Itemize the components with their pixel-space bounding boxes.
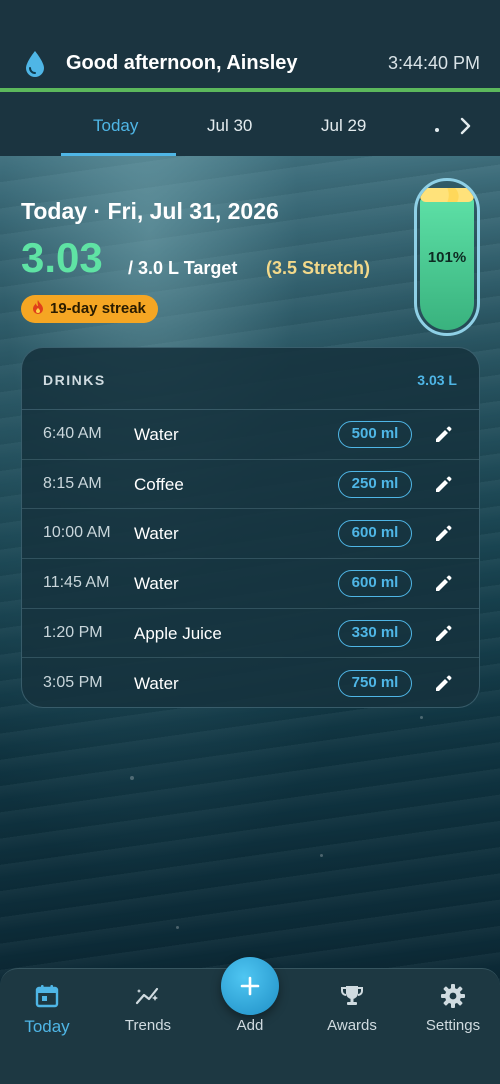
- drink-time: 10:00 AM: [43, 524, 111, 542]
- calendar-icon: [35, 985, 59, 1008]
- active-tab-underline: [61, 153, 176, 156]
- nav-trends-label: Trends: [124, 1017, 172, 1034]
- edit-pencil-icon[interactable]: [432, 673, 454, 695]
- trophy-icon: [341, 986, 363, 1005]
- progress-glass-gauge: 101%: [414, 178, 480, 336]
- greeting-text: Good afternoon, Ainsley: [66, 52, 298, 74]
- drink-volume-badge: 250 ml: [338, 470, 412, 498]
- drink-time: 11:45 AM: [43, 574, 110, 592]
- edit-pencil-icon[interactable]: [432, 523, 454, 545]
- progress-percent: 101%: [427, 249, 467, 266]
- stretch-goal: (3.5 Stretch): [266, 258, 371, 278]
- nav-awards[interactable]: Awards: [307, 983, 397, 1034]
- drink-row[interactable]: 11:45 AM Water 600 ml: [22, 559, 479, 609]
- drink-volume-badge: 600 ml: [338, 570, 412, 598]
- drinks-card-header: DRINKS 3.03 L: [22, 348, 479, 410]
- drink-volume-badge: 330 ml: [338, 619, 412, 647]
- trending-chart-icon: [135, 987, 159, 1005]
- date-title: Today · Fri, Jul 31, 2026: [21, 198, 279, 224]
- streak-badge: 19-day streak: [21, 295, 158, 323]
- drink-row[interactable]: 3:05 PM Water 750 ml: [22, 659, 479, 708]
- date-tabs: Today Jul 30 Jul 29: [0, 92, 500, 156]
- tab-jul-30[interactable]: Jul 30: [207, 116, 252, 136]
- drink-name: Water: [134, 673, 179, 693]
- add-drink-button[interactable]: [221, 957, 279, 1015]
- drink-row[interactable]: 8:15 AM Coffee 250 ml: [22, 460, 479, 510]
- drink-name: Water: [134, 425, 179, 444]
- drink-time: 8:15 AM: [43, 474, 102, 492]
- drinks-total: 3.03 L: [417, 372, 457, 388]
- edit-pencil-icon[interactable]: [432, 623, 454, 645]
- drink-name: Apple Juice: [134, 623, 222, 643]
- drink-time: 3:05 PM: [43, 673, 103, 691]
- add-drink-label: Add: [236, 1017, 264, 1034]
- edit-pencil-icon[interactable]: [432, 573, 454, 595]
- nav-awards-label: Awards: [327, 1017, 377, 1034]
- drink-name: Water: [134, 574, 179, 594]
- drinks-title: DRINKS: [43, 372, 106, 388]
- nav-today-label: Today: [24, 1017, 70, 1036]
- plus-icon: [240, 976, 260, 996]
- tab-today[interactable]: Today: [93, 116, 138, 136]
- nav-today[interactable]: Today: [2, 983, 92, 1037]
- intake-amount: 3.03: [21, 234, 103, 281]
- drink-row[interactable]: 6:40 AM Water 500 ml: [22, 410, 479, 460]
- clock-time: 3:44:40 PM: [387, 53, 480, 73]
- more-tabs-indicator: [435, 128, 439, 132]
- tab-jul-29[interactable]: Jul 29: [321, 116, 366, 136]
- intake-target: / 3.0 L Target: [128, 258, 238, 278]
- drink-row[interactable]: 10:00 AM Water 600 ml: [22, 509, 479, 560]
- drink-volume-badge: 600 ml: [338, 520, 412, 548]
- drink-name: Water: [134, 524, 179, 544]
- nav-settings-label: Settings: [425, 1017, 481, 1034]
- flame-icon: [33, 300, 43, 314]
- chevron-right-icon[interactable]: [458, 116, 472, 136]
- drinks-card: DRINKS 3.03 L 6:40 AM Water 500 ml 8:15 AM C…: [21, 347, 480, 708]
- glass-foam: [420, 188, 474, 202]
- edit-pencil-icon[interactable]: [432, 474, 454, 496]
- water-drop-icon: [26, 51, 44, 77]
- edit-pencil-icon[interactable]: [432, 424, 454, 446]
- drink-time: 1:20 PM: [43, 623, 103, 641]
- nav-trends[interactable]: Trends: [103, 983, 193, 1034]
- nav-settings[interactable]: Settings: [408, 983, 498, 1034]
- drink-name: Coffee: [134, 474, 184, 494]
- drink-volume-badge: 750 ml: [338, 669, 412, 697]
- drink-row[interactable]: 1:20 PM Apple Juice 330 ml: [22, 609, 479, 659]
- app-header: Good afternoon, Ainsley 3:44:40 PM: [0, 0, 500, 92]
- streak-text: 19-day streak: [50, 300, 146, 317]
- drink-time: 6:40 AM: [43, 425, 102, 442]
- drink-volume-badge: 500 ml: [338, 421, 412, 448]
- gear-icon: [441, 984, 465, 1008]
